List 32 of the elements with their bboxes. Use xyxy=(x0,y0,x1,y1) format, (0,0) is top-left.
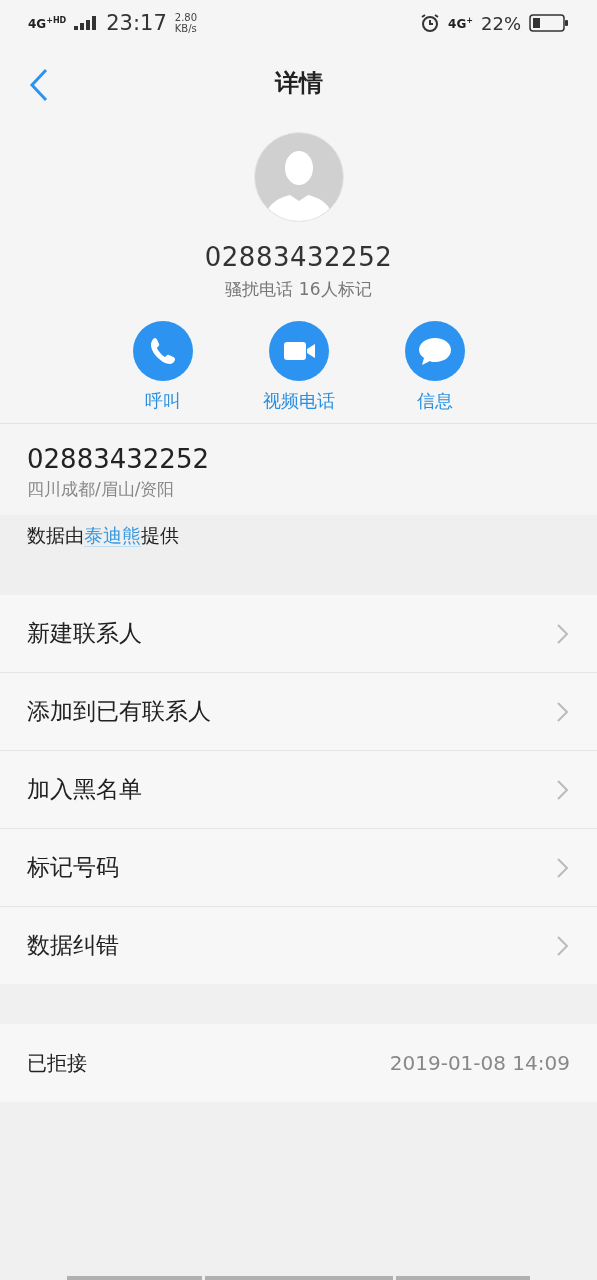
menu-item[interactable]: 新建联系人 xyxy=(27,618,142,649)
clock-time: 23:17 xyxy=(106,11,167,35)
network-type: 4G$^{+HD}$ xyxy=(28,16,67,30)
provider-note: 数据由泰迪熊提供 xyxy=(27,524,179,547)
menu-item[interactable]: 标记号码 xyxy=(27,852,119,883)
menu-item[interactable]: 添加到已有联系人 xyxy=(27,696,211,727)
phone-number: 02883432252 xyxy=(204,242,393,272)
alarm-icon xyxy=(420,13,441,33)
page-title: 详情 xyxy=(274,68,323,99)
spam-tag: 骚扰电话 16人标记 xyxy=(225,278,372,301)
chevron-icon xyxy=(556,778,570,801)
speed-unit: KB/s xyxy=(174,23,198,34)
battery-percent: 22% xyxy=(481,12,521,34)
call-status: 已拒接 xyxy=(27,1049,87,1077)
call-time: 2019-01-08 14:09 xyxy=(389,1051,570,1075)
network-type: 4G$^{+}$ xyxy=(448,16,473,30)
chevron-icon xyxy=(556,700,570,723)
battery-icon xyxy=(529,14,569,32)
avatar-icon xyxy=(253,132,344,222)
chevron-icon xyxy=(556,622,570,645)
phone-number: 02883432252 xyxy=(27,444,210,474)
menu-item[interactable]: 数据纠错 xyxy=(27,930,119,961)
phone-icon xyxy=(132,321,193,381)
location: 四川成都/眉山/资阳 xyxy=(27,478,176,501)
video-camera-icon xyxy=(268,321,329,381)
signal-icon xyxy=(74,16,99,30)
speed-value: 2.80 xyxy=(174,12,198,23)
back-button[interactable] xyxy=(28,68,50,102)
chevron-icon xyxy=(556,934,570,957)
chevron-icon xyxy=(556,856,570,879)
chat-bubble-icon xyxy=(404,321,465,381)
menu-item[interactable]: 加入黑名单 xyxy=(27,774,142,805)
